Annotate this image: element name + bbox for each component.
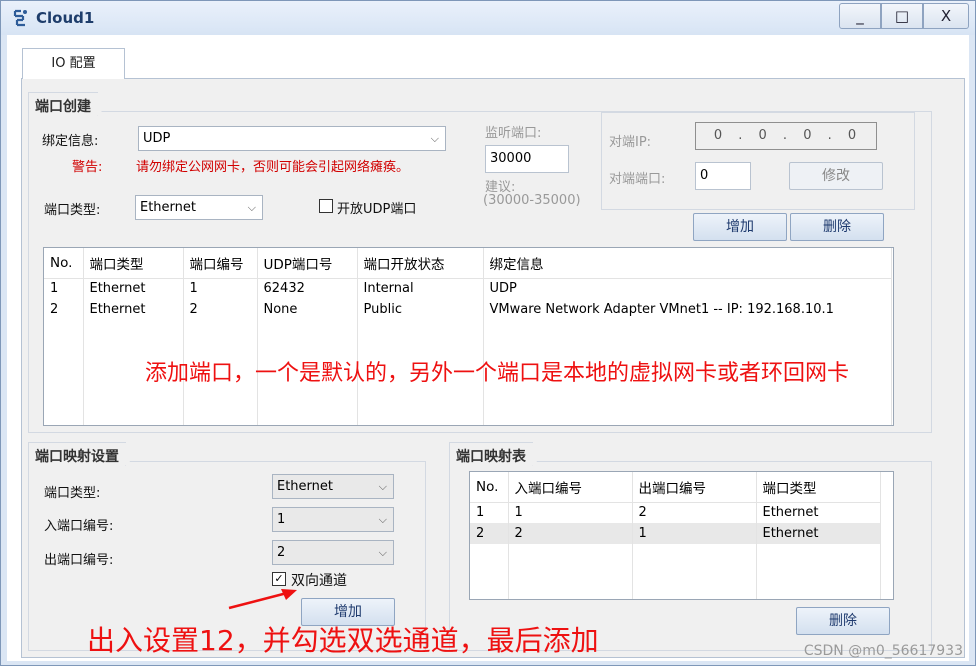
out-port-value: 2: [277, 545, 286, 560]
col-bind-info[interactable]: 绑定信息: [483, 248, 892, 279]
mapping-list-table[interactable]: No. 入端口编号 出端口编号 端口类型 1 1 2 Ethernet 2 2 …: [469, 471, 894, 600]
table-row[interactable]: 2 2 1 Ethernet: [470, 523, 881, 544]
warning-text: 请勿绑定公网网卡，否则可能会引起网络瘫痪。: [136, 160, 410, 175]
map-port-type-label: 端口类型:: [44, 486, 101, 501]
port-list-table[interactable]: No. 端口类型 端口编号 UDP端口号 端口开放状态 绑定信息 1 Ether…: [43, 247, 894, 426]
chevron-down-icon: ⌵: [378, 480, 387, 493]
col-no[interactable]: No.: [470, 472, 509, 503]
cell: 1: [183, 278, 258, 299]
cell: Ethernet: [756, 523, 881, 544]
cell: Internal: [357, 278, 484, 299]
watermark: CSDN @m0_56617933: [803, 643, 963, 659]
cloud-config-window: Cloud1 _ □ X 端口创建 绑定信息: UDP ⌵ 警告: 请勿绑定公网…: [0, 0, 976, 666]
add-port-button[interactable]: 增加: [693, 213, 787, 241]
chevron-down-icon: ⌵: [430, 132, 439, 145]
col-port-type[interactable]: 端口类型: [756, 472, 881, 503]
peer-port-label: 对端端口:: [609, 172, 666, 187]
col-udp-port[interactable]: UDP端口号: [257, 248, 358, 279]
listen-port-label: 监听端口:: [485, 126, 542, 141]
table-header-row: No. 端口类型 端口编号 UDP端口号 端口开放状态 绑定信息: [44, 248, 892, 279]
cell: None: [257, 299, 358, 320]
in-port-label: 入端口编号:: [44, 519, 114, 534]
cell: Ethernet: [83, 278, 184, 299]
warning-label: 警告:: [72, 160, 103, 175]
listen-port-input[interactable]: 30000: [485, 145, 569, 173]
bidirectional-label: 双向通道: [291, 573, 347, 589]
chevron-down-icon: ⌵: [378, 546, 387, 559]
bidirectional-checkbox[interactable]: ✓: [272, 572, 286, 586]
title-bar[interactable]: Cloud1 _ □ X: [1, 1, 975, 35]
col-out-port[interactable]: 出端口编号: [632, 472, 757, 503]
table-row[interactable]: 1 1 2 Ethernet: [470, 502, 881, 523]
col-port-number[interactable]: 端口编号: [183, 248, 258, 279]
out-port-select[interactable]: 2 ⌵: [272, 540, 394, 565]
bind-info-label: 绑定信息:: [42, 134, 99, 149]
cell: 1: [470, 502, 509, 523]
table-row[interactable]: 1 Ethernet 1 62432 Internal UDP: [44, 278, 892, 299]
delete-port-button[interactable]: 删除: [790, 213, 884, 241]
col-in-port[interactable]: 入端口编号: [508, 472, 633, 503]
chevron-down-icon: ⌵: [247, 201, 256, 214]
open-udp-checkbox[interactable]: [319, 199, 333, 213]
minimize-button[interactable]: _: [839, 3, 881, 29]
port-create-title: 端口创建: [28, 92, 119, 117]
cell: 2: [470, 523, 509, 544]
annotation-top-note: 添加端口，一个是默认的，另外一个端口是本地的虚拟网卡或者环回网卡: [145, 361, 850, 386]
client-area: 端口创建 绑定信息: UDP ⌵ 警告: 请勿绑定公网网卡，否则可能会引起网络瘫…: [7, 35, 969, 661]
cell: 2: [183, 299, 258, 320]
cell: Ethernet: [83, 299, 184, 320]
port-type-value: Ethernet: [140, 200, 196, 215]
delete-mapping-button[interactable]: 删除: [796, 607, 890, 635]
in-port-select[interactable]: 1 ⌵: [272, 507, 394, 532]
annotation-bottom-note: 出入设置12，并勾选双选通道，最后添加: [87, 624, 599, 657]
bind-info-select[interactable]: UDP ⌵: [138, 126, 446, 151]
modify-button[interactable]: 修改: [789, 162, 883, 190]
port-type-select[interactable]: Ethernet ⌵: [135, 195, 263, 220]
in-port-value: 1: [277, 512, 286, 527]
cell: VMware Network Adapter VMnet1 -- IP: 192…: [483, 299, 892, 320]
cell: UDP: [483, 278, 892, 299]
chevron-down-icon: ⌵: [378, 513, 387, 526]
cell: 1: [632, 523, 757, 544]
table-row[interactable]: 2 Ethernet 2 None Public VMware Network …: [44, 299, 892, 320]
map-port-type-value: Ethernet: [277, 479, 333, 494]
cloud-app-icon: [13, 9, 27, 27]
mapping-settings-title: 端口映射设置: [28, 442, 147, 467]
cell: 1: [44, 278, 84, 299]
port-type-label: 端口类型:: [44, 203, 101, 218]
bind-info-value: UDP: [143, 131, 171, 146]
open-udp-label: 开放UDP端口: [337, 202, 417, 217]
col-port-type[interactable]: 端口类型: [83, 248, 184, 279]
red-arrow-icon: [228, 589, 297, 610]
mapping-table-title: 端口映射表: [449, 442, 554, 467]
cell: 2: [508, 523, 633, 544]
tab-io-config[interactable]: IO 配置: [22, 48, 125, 79]
peer-port-input[interactable]: 0: [695, 162, 751, 190]
cell: Public: [357, 299, 484, 320]
map-port-type-select[interactable]: Ethernet ⌵: [272, 474, 394, 499]
cell: 2: [44, 299, 84, 320]
col-open-state[interactable]: 端口开放状态: [357, 248, 484, 279]
mapping-table: No. 入端口编号 出端口编号 端口类型 1 1 2 Ethernet 2 2 …: [470, 472, 881, 599]
cell: Ethernet: [756, 502, 881, 523]
port-table: No. 端口类型 端口编号 UDP端口号 端口开放状态 绑定信息 1 Ether…: [44, 248, 892, 425]
window-title: Cloud1: [36, 9, 95, 27]
out-port-label: 出端口编号:: [44, 553, 114, 568]
col-no[interactable]: No.: [44, 248, 84, 279]
peer-ip-input[interactable]: 0 . 0 . 0 . 0: [695, 122, 877, 150]
cell: 62432: [257, 278, 358, 299]
cell: 1: [508, 502, 633, 523]
peer-ip-value: 0 . 0 . 0 . 0: [713, 128, 863, 143]
suggest-range: (30000-35000): [483, 193, 581, 208]
close-button[interactable]: X: [923, 3, 969, 29]
maximize-button[interactable]: □: [881, 3, 923, 29]
table-header-row: No. 入端口编号 出端口编号 端口类型: [470, 472, 881, 503]
cell: 2: [632, 502, 757, 523]
peer-ip-label: 对端IP:: [609, 135, 652, 150]
